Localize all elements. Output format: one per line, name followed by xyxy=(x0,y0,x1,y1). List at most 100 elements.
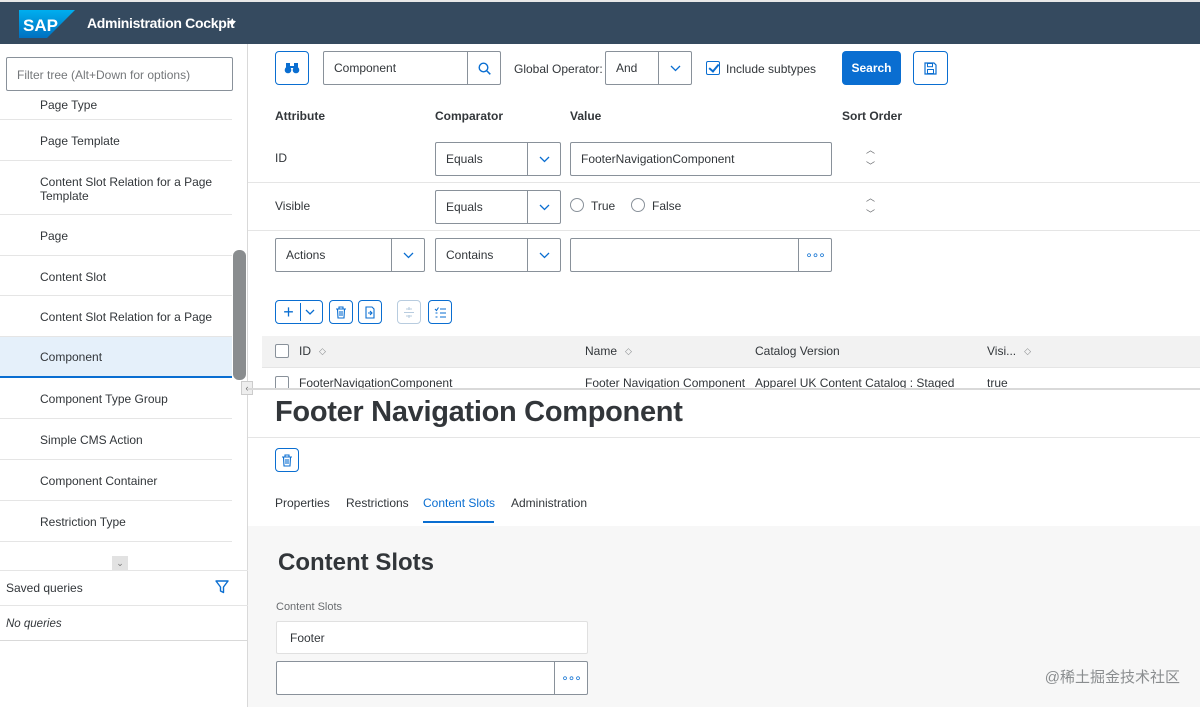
shell-bar: SAP Administration Cockpit xyxy=(0,0,1200,44)
value-header: Value xyxy=(570,109,602,123)
comparator-header: Comparator xyxy=(435,109,504,123)
chevron-down-icon[interactable] xyxy=(391,239,424,271)
select-all-checkbox[interactable] xyxy=(275,344,289,358)
more-options-icon[interactable]: ∘∘∘ xyxy=(554,662,587,694)
actions-comparator-select[interactable]: Contains xyxy=(435,238,561,272)
add-content-slot-input[interactable]: ∘∘∘ xyxy=(276,661,588,695)
checklist-icon xyxy=(434,306,446,318)
actions-value-input[interactable]: ∘∘∘ xyxy=(570,238,832,272)
tab-administration[interactable]: Administration xyxy=(511,496,587,510)
id-value-input[interactable]: FooterNavigationComponent xyxy=(570,142,832,176)
app-menu-caret-icon[interactable] xyxy=(228,21,236,26)
create-button[interactable]: + xyxy=(275,300,323,324)
save-icon xyxy=(924,61,937,75)
trash-icon xyxy=(282,453,292,467)
active-tab-indicator xyxy=(423,521,494,523)
trash-icon xyxy=(336,305,346,319)
sort-down-icon[interactable]: ﹀ xyxy=(866,161,875,172)
saved-queries-title: Saved queries xyxy=(6,581,83,595)
filter-funnel-icon[interactable] xyxy=(215,580,229,594)
sort-up-icon[interactable]: ︿ xyxy=(866,145,875,156)
content-slot-item[interactable]: Footer xyxy=(276,621,588,654)
chevron-down-icon[interactable] xyxy=(527,143,560,175)
binoculars-icon xyxy=(284,63,300,74)
tree-item-content-slot-relation-page-template[interactable]: Content Slot Relation for a Page Templat… xyxy=(0,161,232,215)
id-comparator-select[interactable]: Equals xyxy=(435,142,561,176)
column-id[interactable]: ID ◇ xyxy=(299,344,326,358)
search-button[interactable]: Search xyxy=(842,51,901,85)
compare-icon xyxy=(404,306,414,318)
tree-item-restriction-type[interactable]: Restriction Type xyxy=(0,501,232,542)
plus-icon: + xyxy=(283,303,301,321)
section-title: Content Slots xyxy=(278,549,434,576)
app-title[interactable]: Administration Cockpit xyxy=(87,15,235,31)
sort-down-icon[interactable]: ﹀ xyxy=(866,209,875,220)
sort-order-header: Sort Order xyxy=(842,109,903,123)
tree-item-page[interactable]: Page xyxy=(0,215,232,256)
editor-delete-button[interactable] xyxy=(275,448,299,472)
save-query-button[interactable] xyxy=(913,51,948,85)
filter-tree-input[interactable]: Filter tree (Alt+Down for options) xyxy=(6,57,233,91)
export-icon xyxy=(365,305,375,319)
sort-icon: ◇ xyxy=(319,346,326,357)
more-options-icon[interactable]: ∘∘∘ xyxy=(798,239,831,271)
tab-properties[interactable]: Properties xyxy=(275,496,330,510)
tree-expand-down-icon[interactable]: ⌄ xyxy=(112,556,128,570)
column-catalog-version[interactable]: Catalog Version xyxy=(755,344,840,358)
list-select-button[interactable] xyxy=(428,300,452,324)
tree-item-content-slot-relation-page[interactable]: Content Slot Relation for a Page xyxy=(0,296,232,337)
global-operator-label: Global Operator: xyxy=(514,62,603,76)
editor-title: Footer Navigation Component xyxy=(275,396,683,429)
editor-splitter[interactable] xyxy=(248,388,1200,390)
tree-item-simple-cms-action[interactable]: Simple CMS Action xyxy=(0,419,232,460)
type-search-icon[interactable] xyxy=(467,52,500,84)
export-button[interactable] xyxy=(358,300,382,324)
visible-true-radio[interactable] xyxy=(570,198,584,212)
tree-item-component-container[interactable]: Component Container xyxy=(0,460,232,501)
visible-comparator-select[interactable]: Equals xyxy=(435,190,561,224)
sap-logo[interactable]: SAP xyxy=(19,10,75,38)
content-slots-field-label: Content Slots xyxy=(276,601,343,613)
attribute-select[interactable]: Actions xyxy=(275,238,425,272)
no-queries-text: No queries xyxy=(6,618,62,630)
tab-restrictions[interactable]: Restrictions xyxy=(346,496,409,510)
visible-true-label: True xyxy=(591,199,616,213)
row-divider xyxy=(248,182,1200,183)
tab-content-slots[interactable]: Content Slots xyxy=(423,496,495,510)
main-panel: Component Global Operator: And Include s… xyxy=(248,44,1200,707)
attribute-header: Attribute xyxy=(275,109,325,123)
advanced-search-toggle-button[interactable] xyxy=(275,51,309,85)
column-name[interactable]: Name ◇ xyxy=(585,344,632,358)
results-table-header xyxy=(262,336,1200,368)
include-subtypes-checkbox[interactable] xyxy=(706,61,720,75)
delete-button[interactable] xyxy=(329,300,353,324)
editor-divider xyxy=(248,437,1200,438)
compare-button[interactable] xyxy=(397,300,421,324)
chevron-down-icon[interactable] xyxy=(527,191,560,223)
tree-item-page-template[interactable]: Page Template xyxy=(0,120,232,161)
tree-item-page-type[interactable]: Page Type xyxy=(0,98,232,120)
tree-item-component-type-group[interactable]: Component Type Group xyxy=(0,378,232,419)
watermark: @稀土掘金技术社区 xyxy=(1044,669,1180,686)
svg-text:SAP: SAP xyxy=(23,16,58,35)
row-divider xyxy=(248,230,1200,231)
visible-false-label: False xyxy=(652,199,682,213)
saved-queries-header: Saved queries xyxy=(0,570,248,606)
column-visible[interactable]: Visi... ◇ xyxy=(987,344,1031,358)
sort-up-icon[interactable]: ︿ xyxy=(866,193,875,204)
sort-icon: ◇ xyxy=(625,346,632,357)
tree-item-content-slot[interactable]: Content Slot xyxy=(0,256,232,296)
attribute-visible-label: Visible xyxy=(275,199,311,213)
global-operator-select[interactable]: And xyxy=(605,51,692,85)
chevron-down-icon xyxy=(305,309,315,315)
sidebar: Filter tree (Alt+Down for options) Page … xyxy=(0,44,253,707)
chevron-down-icon[interactable] xyxy=(658,52,691,84)
sidebar-divider xyxy=(0,640,248,641)
attribute-id-label: ID xyxy=(275,151,287,165)
explorer-tree: Page Type Page Template Content Slot Rel… xyxy=(0,98,232,600)
visible-false-radio[interactable] xyxy=(631,198,645,212)
tree-item-component[interactable]: Component xyxy=(0,337,232,378)
type-input[interactable]: Component xyxy=(323,51,501,85)
chevron-down-icon[interactable] xyxy=(527,239,560,271)
tree-scrollbar[interactable] xyxy=(233,250,246,380)
